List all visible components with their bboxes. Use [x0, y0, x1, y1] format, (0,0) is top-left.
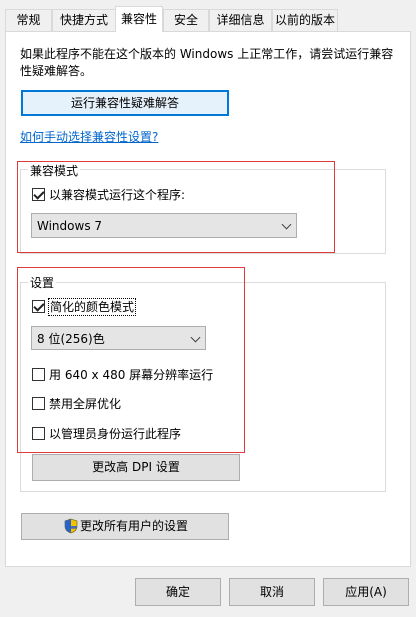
tab-general[interactable]: 常规 — [5, 9, 52, 31]
run-admin-checkbox-row[interactable]: 以管理员身份运行此程序 — [32, 426, 202, 442]
cancel-button[interactable]: 取消 — [229, 578, 315, 606]
reduced-color-checkbox-row[interactable]: 简化的颜色模式 — [32, 298, 172, 316]
color-depth-value: 8 位(256)色 — [37, 332, 105, 346]
tab-shortcut[interactable]: 快捷方式 — [52, 9, 116, 31]
tab-security[interactable]: 安全 — [163, 9, 209, 31]
tab-compatibility[interactable]: 兼容性 — [115, 6, 163, 32]
apply-button[interactable]: 应用(A) — [323, 578, 409, 606]
compat-mode-label: 兼容模式 — [28, 162, 81, 179]
os-version-value: Windows 7 — [37, 219, 103, 233]
change-dpi-button[interactable]: 更改高 DPI 设置 — [32, 454, 240, 481]
os-version-select[interactable]: Windows 7 — [31, 213, 297, 238]
color-depth-select[interactable]: 8 位(256)色 — [31, 326, 206, 350]
change-all-users-button[interactable]: 更改所有用户的设置 — [21, 513, 229, 540]
compat-mode-checkbox[interactable] — [32, 188, 45, 201]
run-640-label: 用 640 x 480 屏幕分辨率运行 — [49, 368, 214, 382]
manual-settings-link[interactable]: 如何手动选择兼容性设置? — [20, 128, 158, 145]
intro-text: 如果此程序不能在这个版本的 Windows 上正常工作，请尝试运行兼容性疑难解答… — [20, 47, 394, 78]
reduced-color-checkbox[interactable] — [32, 300, 45, 313]
compat-mode-group — [20, 169, 386, 254]
reduced-color-label: 简化的颜色模式 — [47, 298, 137, 316]
ok-button[interactable]: 确定 — [135, 578, 221, 606]
disable-fullscreen-checkbox[interactable] — [32, 397, 45, 410]
run-640-checkbox-row[interactable]: 用 640 x 480 屏幕分辨率运行 — [32, 367, 232, 383]
disable-fullscreen-checkbox-row[interactable]: 禁用全屏优化 — [32, 396, 152, 412]
chevron-down-icon — [190, 332, 201, 343]
run-admin-label: 以管理员身份运行此程序 — [49, 427, 182, 441]
compat-mode-checkbox-label: 以兼容模式运行这个程序: — [49, 188, 186, 202]
run-640-checkbox[interactable] — [32, 368, 45, 381]
compat-mode-checkbox-row[interactable]: 以兼容模式运行这个程序: — [32, 187, 212, 203]
run-troubleshooter-button[interactable]: 运行兼容性疑难解答 — [21, 90, 229, 116]
chevron-down-icon — [281, 219, 292, 230]
change-all-users-label: 更改所有用户的设置 — [80, 519, 189, 533]
tab-previous-versions[interactable]: 以前的版本 — [272, 9, 338, 31]
uac-shield-icon — [64, 518, 78, 534]
disable-fullscreen-label: 禁用全屏优化 — [49, 397, 122, 411]
tab-details[interactable]: 详细信息 — [209, 9, 272, 31]
settings-label: 设置 — [28, 274, 57, 291]
tab-strip: 常规 快捷方式 兼容性 安全 详细信息 以前的版本 — [0, 0, 416, 32]
run-admin-checkbox[interactable] — [32, 427, 45, 440]
